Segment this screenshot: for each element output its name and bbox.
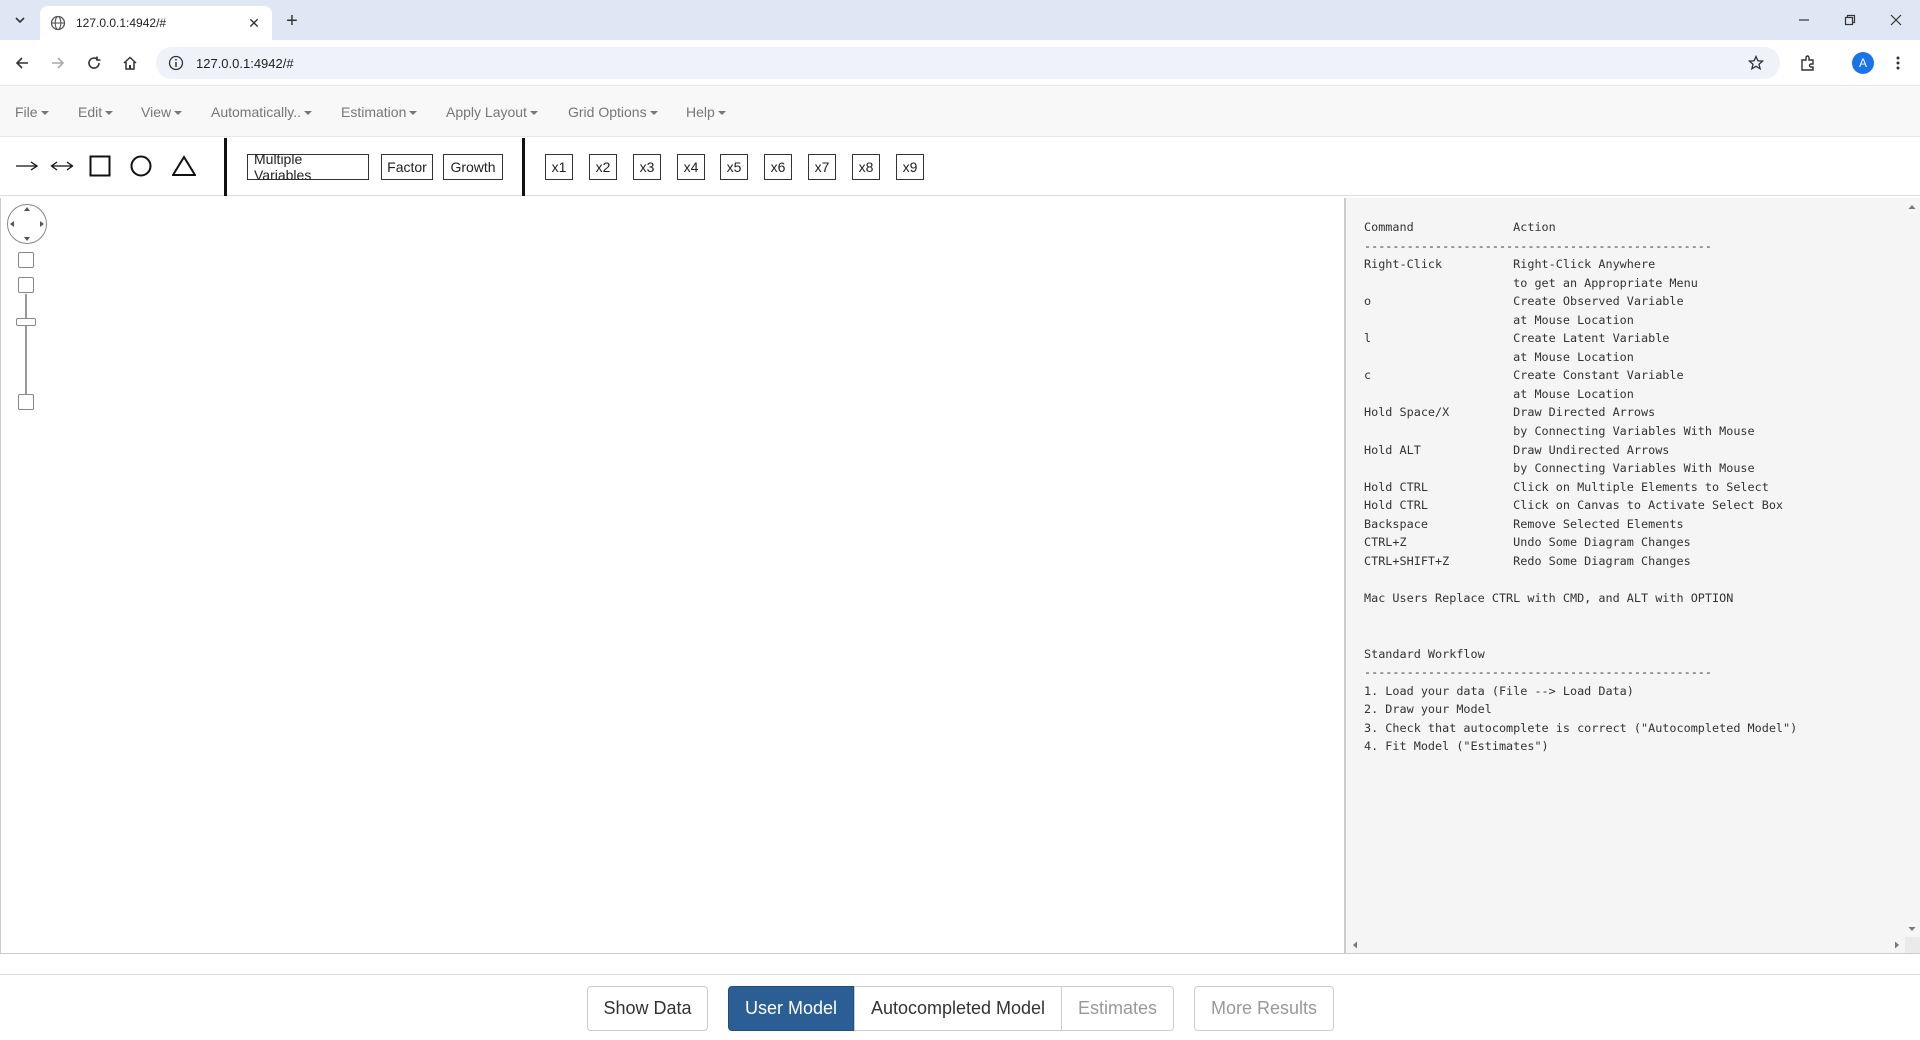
- x8-button[interactable]: x8: [852, 154, 880, 180]
- toolbar-divider: [522, 138, 525, 196]
- menu-label: View: [141, 104, 172, 120]
- menu-label: Help: [686, 104, 715, 120]
- factor-button[interactable]: Factor: [381, 154, 433, 180]
- globe-icon: [50, 15, 66, 31]
- menu-file[interactable]: File: [15, 87, 49, 137]
- menu-label: Apply Layout: [446, 104, 527, 120]
- site-info-icon[interactable]: [168, 55, 184, 71]
- menu-label: File: [15, 104, 38, 120]
- caret-down-icon: [649, 111, 658, 115]
- zoom-in-button[interactable]: [18, 252, 34, 268]
- x3-button[interactable]: x3: [633, 154, 661, 180]
- home-icon[interactable]: [118, 51, 142, 75]
- triangle-icon[interactable]: [171, 148, 197, 184]
- x4-button[interactable]: x4: [677, 154, 705, 180]
- x9-button[interactable]: x9: [896, 154, 924, 180]
- x1-button[interactable]: x1: [545, 154, 573, 180]
- menu-label: Estimation: [341, 104, 407, 120]
- menu-grid-options[interactable]: Grid Options: [568, 87, 658, 137]
- more-results-button[interactable]: More Results: [1194, 986, 1334, 1031]
- tab-search-chevron-icon[interactable]: [8, 8, 32, 32]
- menu-view[interactable]: View: [141, 87, 183, 137]
- menu-help[interactable]: Help: [686, 87, 726, 137]
- browser-tab-title: 127.0.0.1:4942/#: [76, 16, 167, 30]
- horizontal-scrollbar[interactable]: [1346, 937, 1920, 953]
- menu-label: Grid Options: [568, 104, 647, 120]
- circle-icon[interactable]: [129, 148, 153, 184]
- vertical-scrollbar[interactable]: [1904, 198, 1920, 938]
- caret-down-icon: [105, 111, 114, 115]
- zoom-reset-button[interactable]: [18, 394, 34, 410]
- browser-tab[interactable]: 127.0.0.1:4942/# ✕: [40, 6, 272, 40]
- menu-edit[interactable]: Edit: [78, 87, 114, 137]
- bottom-tab-bar: Show Data User Model Autocompleted Model…: [0, 974, 1920, 1040]
- browser-toolbar: 127.0.0.1:4942/# A: [0, 40, 1920, 86]
- multiple-variables-button[interactable]: Multiple Variables: [247, 151, 369, 183]
- menu-label: Edit: [78, 104, 103, 120]
- square-icon[interactable]: [88, 148, 112, 184]
- autocompleted-model-tab[interactable]: Autocompleted Model: [854, 986, 1062, 1031]
- browser-tabstrip: 127.0.0.1:4942/# ✕ +: [0, 0, 1920, 40]
- address-bar[interactable]: 127.0.0.1:4942/#: [156, 47, 1780, 79]
- drawing-toolbar: Multiple Variables Factor Growth x1 x2 x…: [0, 138, 1920, 196]
- help-panel[interactable]: Command Action -------------------------…: [1345, 198, 1920, 954]
- window-close-icon[interactable]: [1884, 8, 1908, 32]
- growth-button[interactable]: Growth: [443, 154, 503, 180]
- menu-estimation[interactable]: Estimation: [341, 87, 418, 137]
- caret-down-icon: [174, 111, 183, 115]
- forward-icon[interactable]: [46, 51, 70, 75]
- profile-avatar[interactable]: A: [1852, 52, 1874, 74]
- caret-down-icon: [717, 111, 726, 115]
- show-data-button[interactable]: Show Data: [587, 986, 708, 1031]
- extensions-icon[interactable]: [1796, 51, 1820, 75]
- menu-automatically[interactable]: Automatically..: [211, 87, 312, 137]
- diagram-canvas[interactable]: [0, 198, 1345, 954]
- estimates-tab[interactable]: Estimates: [1061, 986, 1174, 1031]
- x2-button[interactable]: x2: [589, 154, 617, 180]
- back-icon[interactable]: [10, 51, 34, 75]
- menu-label: Automatically..: [211, 104, 301, 120]
- reload-icon[interactable]: [82, 51, 106, 75]
- caret-down-icon: [40, 111, 49, 115]
- toolbar-divider: [224, 138, 227, 196]
- zoom-slider-track[interactable]: [25, 294, 27, 404]
- user-model-tab[interactable]: User Model: [728, 986, 854, 1031]
- menu-apply-layout[interactable]: Apply Layout: [446, 87, 538, 137]
- app-menubar: File Edit View Automatically.. Estimatio…: [0, 87, 1920, 137]
- restore-icon[interactable]: [1838, 8, 1862, 32]
- pan-control[interactable]: [7, 204, 47, 244]
- zoom-out-button[interactable]: [18, 277, 34, 293]
- x5-button[interactable]: x5: [720, 154, 748, 180]
- new-tab-icon[interactable]: +: [280, 9, 304, 33]
- x7-button[interactable]: x7: [808, 154, 836, 180]
- caret-down-icon: [409, 111, 418, 115]
- help-text: Command Action -------------------------…: [1364, 220, 1798, 754]
- directed-arrow-icon[interactable]: [14, 148, 40, 184]
- caret-down-icon: [529, 111, 538, 115]
- minimize-icon[interactable]: [1792, 8, 1816, 32]
- undirected-arrow-icon[interactable]: [49, 148, 75, 184]
- x6-button[interactable]: x6: [764, 154, 792, 180]
- zoom-slider-handle[interactable]: [16, 318, 36, 326]
- bookmark-star-icon[interactable]: [1748, 55, 1764, 71]
- more-menu-icon[interactable]: [1886, 51, 1910, 75]
- url-text: 127.0.0.1:4942/#: [196, 55, 294, 71]
- tab-close-icon[interactable]: ✕: [246, 15, 262, 31]
- caret-down-icon: [304, 111, 312, 115]
